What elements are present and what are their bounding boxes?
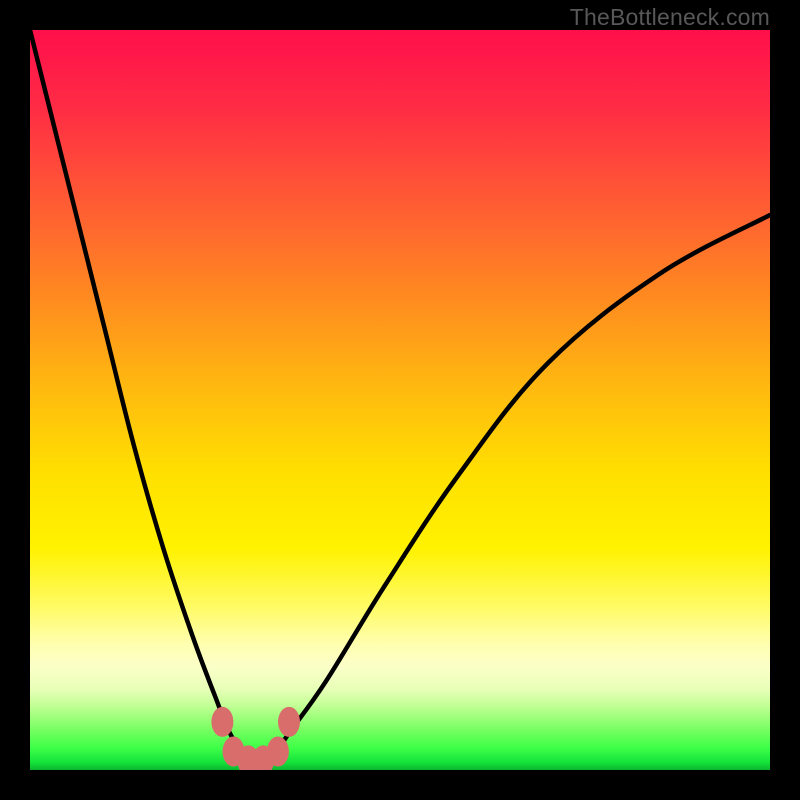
- plot-area: [30, 30, 770, 770]
- chart-frame: TheBottleneck.com: [0, 0, 800, 800]
- bottleneck-curve-path: [30, 30, 770, 764]
- marker-dot: [267, 737, 289, 767]
- marker-dot: [278, 707, 300, 737]
- watermark-text: TheBottleneck.com: [570, 4, 770, 31]
- bottleneck-curve-svg: [30, 30, 770, 770]
- marker-dot: [211, 707, 233, 737]
